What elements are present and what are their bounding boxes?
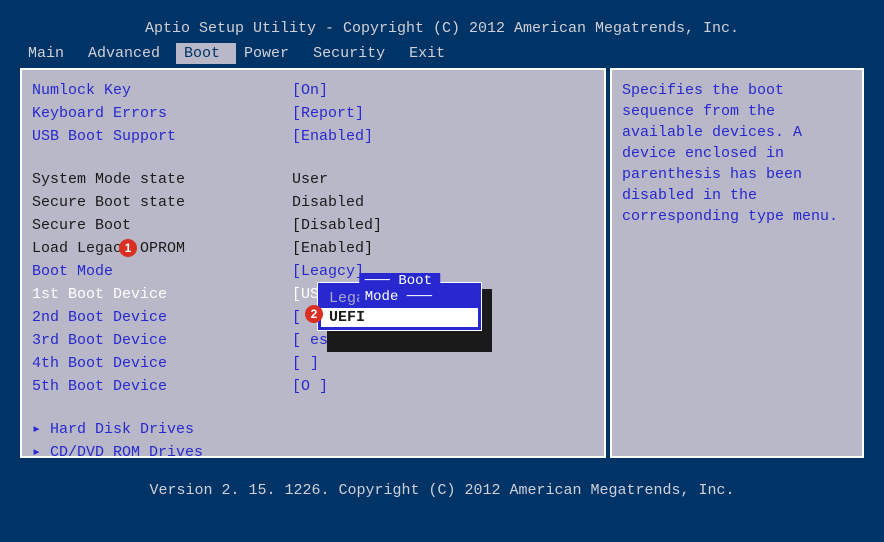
- system-mode-label: System Mode state: [32, 169, 292, 190]
- boot-4-label: 4th Boot Device: [32, 353, 292, 374]
- popup-option-uefi[interactable]: UEFI: [321, 308, 478, 327]
- tab-boot[interactable]: Boot: [176, 43, 236, 64]
- load-legacy-row[interactable]: Load Legacy OPROM [Enabled]: [32, 238, 594, 259]
- header-title: Aptio Setup Utility - Copyright (C) 2012…: [0, 0, 884, 43]
- usb-boot-label: USB Boot Support: [32, 126, 292, 147]
- usb-boot-row[interactable]: USB Boot Support [Enabled]: [32, 126, 594, 147]
- boot-3-row[interactable]: 3rd Boot Device [ es: W...]: [32, 330, 594, 351]
- annotation-marker-2: 2: [305, 305, 323, 323]
- boot-5-row[interactable]: 5th Boot Device [O ]: [32, 376, 594, 397]
- secure-boot-value: [Disabled]: [292, 215, 594, 236]
- boot-mode-popup: Boot Mode Legacy UEFI: [317, 282, 482, 331]
- usb-boot-value: [Enabled]: [292, 126, 594, 147]
- tab-bar: Main Advanced Boot Power Security Exit: [0, 43, 884, 68]
- popup-title: Boot Mode: [359, 273, 441, 305]
- secure-boot-label: Secure Boot: [32, 215, 292, 236]
- boot-5-value: [O ]: [292, 376, 594, 397]
- boot-1-row[interactable]: 1st Boot Device [USB Storage Device]: [32, 284, 594, 305]
- footer-version: Version 2. 15. 1226. Copyright (C) 2012 …: [0, 458, 884, 523]
- boot-1-label: 1st Boot Device: [32, 284, 292, 305]
- system-mode-row: System Mode state User: [32, 169, 594, 190]
- boot-4-value: [ ]: [292, 353, 594, 374]
- cdrom-submenu[interactable]: ▸ CD/DVD ROM Drives: [32, 442, 594, 463]
- secure-boot-row[interactable]: Secure Boot [Disabled]: [32, 215, 594, 236]
- annotation-marker-1: 1: [119, 239, 137, 257]
- help-text: Specifies the boot sequence from the ava…: [622, 80, 852, 227]
- load-legacy-value: [Enabled]: [292, 238, 594, 259]
- keyboard-errors-value: [Report]: [292, 103, 594, 124]
- tab-advanced[interactable]: Advanced: [80, 43, 176, 64]
- secure-boot-state-label: Secure Boot state: [32, 192, 292, 213]
- keyboard-errors-row[interactable]: Keyboard Errors [Report]: [32, 103, 594, 124]
- tab-exit[interactable]: Exit: [401, 43, 461, 64]
- secure-boot-state-row: Secure Boot state Disabled: [32, 192, 594, 213]
- boot-5-label: 5th Boot Device: [32, 376, 292, 397]
- numlock-value: [On]: [292, 80, 594, 101]
- boot-3-label: 3rd Boot Device: [32, 330, 292, 351]
- help-panel: Specifies the boot sequence from the ava…: [610, 68, 864, 458]
- load-legacy-label: Load Legacy OPROM: [32, 238, 292, 259]
- hdd-submenu[interactable]: ▸ Hard Disk Drives: [32, 419, 594, 440]
- boot-4-row[interactable]: 4th Boot Device [ ]: [32, 353, 594, 374]
- settings-panel: Numlock Key [On] Keyboard Errors [Report…: [20, 68, 606, 458]
- numlock-label: Numlock Key: [32, 80, 292, 101]
- boot-mode-value: [Leagcy]: [292, 261, 594, 282]
- tab-security[interactable]: Security: [305, 43, 401, 64]
- numlock-row[interactable]: Numlock Key [On]: [32, 80, 594, 101]
- secure-boot-state-value: Disabled: [292, 192, 594, 213]
- keyboard-errors-label: Keyboard Errors: [32, 103, 292, 124]
- main-area: Numlock Key [On] Keyboard Errors [Report…: [20, 68, 864, 458]
- boot-mode-row[interactable]: Boot Mode [Leagcy]: [32, 261, 594, 282]
- tab-main[interactable]: Main: [20, 43, 80, 64]
- system-mode-value: User: [292, 169, 594, 190]
- boot-mode-label: Boot Mode: [32, 261, 292, 282]
- tab-power[interactable]: Power: [236, 43, 305, 64]
- boot-2-label: 2nd Boot Device: [32, 307, 292, 328]
